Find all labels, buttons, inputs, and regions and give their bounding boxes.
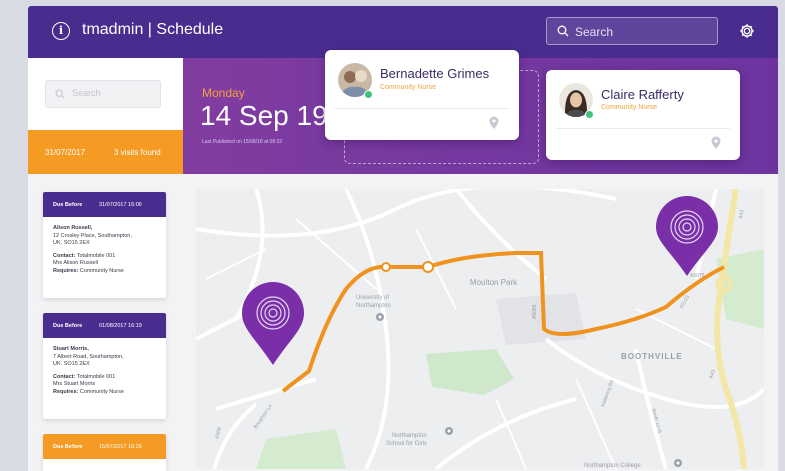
- search-icon: [557, 25, 569, 37]
- divider: [556, 128, 730, 129]
- top-search-box[interactable]: [546, 17, 718, 45]
- visits-summary-bar: 31/07/2017 3 visits found: [28, 130, 183, 174]
- staff-role: Community Nurse: [601, 104, 658, 111]
- map-label: Northampton College: [584, 463, 641, 469]
- staff-card-claire[interactable]: Claire Rafferty Community Nurse: [546, 70, 740, 160]
- due-label: Due Before: [53, 202, 83, 208]
- contact-value: Totalmobile 001: [76, 252, 116, 259]
- requires-label: Requires:: [53, 388, 79, 395]
- last-published: Last Published on 15/08/18 at 08:32: [202, 139, 283, 145]
- client-postcode: UK. SO15 2EX: [53, 240, 90, 246]
- poi-icon: [674, 459, 682, 467]
- location-pin-icon[interactable]: [710, 136, 722, 150]
- road-label: A5076: [690, 273, 705, 279]
- top-search-input[interactable]: [573, 22, 717, 42]
- location-pin-icon[interactable]: [488, 116, 500, 130]
- schedule-date: 14 Sep 19: [200, 100, 328, 131]
- client-address: 7 Albert Road, Southampton,: [53, 353, 124, 360]
- staff-name: Claire Rafferty: [601, 87, 684, 102]
- requires-label: Requires:: [53, 267, 79, 274]
- due-date: 01/08/2017 16:19: [99, 323, 142, 329]
- visits-found-count: 3 visits found: [114, 148, 161, 157]
- visit-card-body: Alison Russell, 12 Crosley Place, Southa…: [43, 217, 166, 283]
- info-icon[interactable]: i: [52, 22, 70, 40]
- map-label: Northampton: [392, 433, 427, 439]
- requires-line: Requires: Community Nurse: [53, 389, 156, 397]
- contact-person: Mrs Alison Russell: [53, 260, 98, 266]
- sidebar-search-input[interactable]: [70, 87, 160, 99]
- road-label: A5095: [532, 304, 538, 319]
- staff-role: Community Nurse: [380, 84, 437, 91]
- summary-date: 31/07/2017: [45, 148, 86, 157]
- requires-line: Requires: Community Nurse: [53, 268, 156, 276]
- due-label: Due Before: [53, 444, 83, 450]
- requires-value: Community Nurse: [79, 267, 124, 274]
- contact-value: Totalmobile 001: [76, 373, 116, 380]
- client-name: Alison Russell,: [53, 225, 93, 231]
- requires-value: Community Nurse: [79, 388, 124, 395]
- map-label: Northampton: [356, 303, 391, 309]
- contact-person: Mrs Stuart Morris: [53, 381, 96, 387]
- sidebar-search-box[interactable]: [45, 80, 161, 108]
- staff-card-bernadette[interactable]: Bernadette Grimes Community Nurse: [325, 50, 519, 140]
- online-status-dot: [364, 90, 373, 99]
- contact-label: Contact:: [53, 252, 76, 259]
- visit-card-header: Due Before 31/07/2017 16:06: [43, 192, 166, 217]
- app-window: i tmadmin | Schedule 31/07/2017 3 visits…: [28, 6, 778, 471]
- route-map[interactable]: Moulton Park University of Northampton B…: [196, 189, 764, 469]
- visit-card-body: Stuart Morris, 7 Albert Road, Southampto…: [43, 338, 166, 404]
- poi-icon: [445, 427, 453, 435]
- client-address: 12 Crosley Place, Southampton,: [53, 232, 132, 239]
- app-title: tmadmin | Schedule: [82, 21, 224, 38]
- map-label: University of: [356, 295, 389, 301]
- visit-card-header: Due Before 15/07/2017 16:26: [43, 434, 166, 459]
- due-label: Due Before: [53, 323, 83, 329]
- gear-icon[interactable]: [738, 22, 756, 40]
- schedule-day: Monday: [202, 86, 245, 100]
- route-waypoint[interactable]: [381, 262, 391, 272]
- search-icon: [55, 89, 65, 99]
- route-waypoint[interactable]: [422, 261, 434, 273]
- visit-card[interactable]: Due Before 31/07/2017 16:06 Alison Russe…: [43, 192, 166, 298]
- poi-icon: [376, 313, 384, 321]
- visit-card-header: Due Before 01/08/2017 16:19: [43, 313, 166, 338]
- staff-name: Bernadette Grimes: [380, 66, 490, 81]
- online-status-dot: [585, 110, 594, 119]
- map-label: Moulton Park: [470, 278, 518, 287]
- contact-line: Contact: Totalmobile 001: [53, 374, 156, 382]
- contact-label: Contact:: [53, 373, 76, 380]
- contact-line: Contact: Totalmobile 001: [53, 253, 156, 261]
- client-name: Stuart Morris,: [53, 346, 89, 352]
- due-date: 31/07/2017 16:06: [99, 202, 142, 208]
- map-label: School for Girls: [386, 441, 427, 447]
- map-canvas[interactable]: Moulton Park University of Northampton B…: [196, 189, 764, 469]
- divider: [335, 108, 509, 109]
- map-label: BOOTHVILLE: [621, 352, 683, 361]
- due-date: 15/07/2017 16:26: [99, 444, 142, 450]
- visit-card[interactable]: Due Before 15/07/2017 16:26: [43, 434, 166, 471]
- visit-card[interactable]: Due Before 01/08/2017 16:19 Stuart Morri…: [43, 313, 166, 419]
- client-postcode: UK. SO15 2EX: [53, 361, 90, 367]
